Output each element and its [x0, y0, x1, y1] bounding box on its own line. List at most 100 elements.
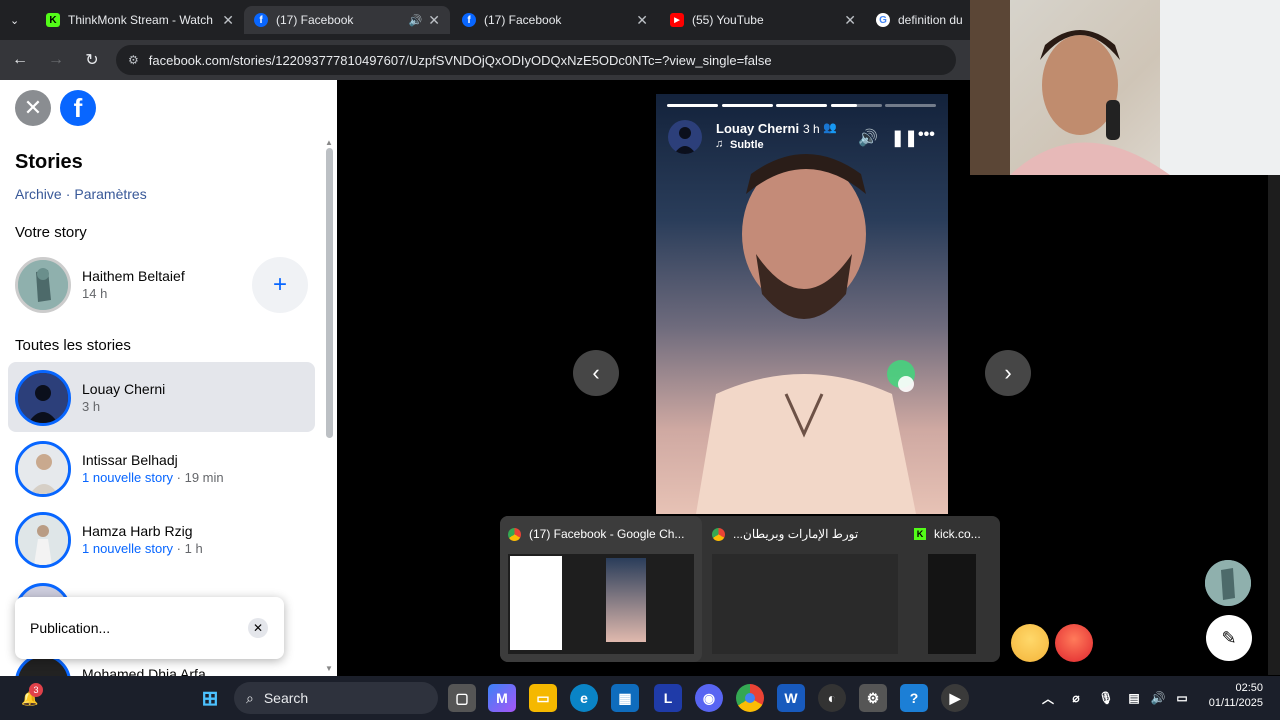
battery-icon[interactable]: ▭: [1168, 684, 1196, 712]
forward-button[interactable]: →: [40, 44, 72, 76]
thumbnail-chrome-article[interactable]: ...تورط الإمارات وبريطان: [704, 516, 904, 662]
angry-reaction-icon[interactable]: [1055, 624, 1093, 662]
thumbnail-chrome-facebook[interactable]: (17) Facebook - Google Ch...: [500, 516, 702, 662]
taskbar-thumbnail-preview: (17) Facebook - Google Ch... ...تورط الإ…: [500, 516, 1000, 662]
add-story-button[interactable]: +: [252, 257, 308, 313]
start-button[interactable]: ⊞: [196, 684, 224, 712]
back-button[interactable]: ←: [4, 44, 36, 76]
taskbar-clock[interactable]: 02:50 01/11/2025: [1196, 682, 1263, 709]
close-tab-icon[interactable]: ✕: [222, 12, 234, 29]
settings-app[interactable]: ⚙: [859, 684, 887, 712]
story-music-label[interactable]: Subtle: [730, 139, 764, 151]
facebook-icon: f: [254, 13, 268, 27]
l-app[interactable]: L: [654, 684, 682, 712]
story-media[interactable]: [656, 94, 948, 514]
story-progress-segment: [885, 104, 936, 107]
arrow-right-icon: →: [48, 51, 64, 68]
story-video-frame: [696, 154, 916, 514]
previous-story-button[interactable]: ‹: [573, 350, 619, 396]
sidebar-scrollbar[interactable]: [326, 148, 333, 438]
story-progress-fill: [831, 104, 857, 107]
close-tab-icon[interactable]: ✕: [428, 12, 440, 29]
your-story-name: Haithem Beltaief: [82, 268, 185, 284]
more-options-button[interactable]: •••: [918, 126, 935, 144]
page-scrollbar[interactable]: [1268, 175, 1280, 675]
avatar[interactable]: [15, 370, 71, 426]
story-progress-segment: [831, 104, 882, 107]
pause-button[interactable]: ❚❚: [891, 128, 918, 148]
task-view-button[interactable]: ▢: [448, 684, 476, 712]
kick-icon: K: [46, 13, 60, 27]
tab-youtube[interactable]: ▶ (55) YouTube ✕: [660, 6, 866, 34]
new-story-label: 1 nouvelle story: [82, 541, 174, 556]
next-story-button[interactable]: ›: [985, 350, 1031, 396]
scroll-up-icon[interactable]: ▲: [325, 138, 333, 147]
toast-close-button[interactable]: ✕: [248, 618, 268, 638]
close-tab-icon[interactable]: ✕: [636, 12, 648, 29]
your-story-heading: Votre story: [15, 224, 87, 241]
pause-icon: ❚❚: [891, 130, 918, 147]
tab-search-button[interactable]: ⌄: [0, 6, 34, 34]
new-story-label: 1 nouvelle story: [82, 470, 174, 485]
chrome-app[interactable]: [736, 684, 764, 712]
thumbnail-kick[interactable]: Kkick.co...: [906, 516, 1000, 662]
tab-thinkmonk[interactable]: K ThinkMonk Stream - Watch l ✕: [36, 6, 244, 34]
taskbar-search[interactable]: ⌕ Search: [234, 682, 438, 714]
your-story-time: 14 h: [82, 286, 108, 301]
tab-google[interactable]: G definition du te: [866, 6, 976, 34]
avatar[interactable]: [15, 257, 71, 313]
show-hidden-icons-button[interactable]: ︿: [1034, 684, 1062, 712]
story-progress-segment: [722, 104, 773, 107]
webcam-overlay: [970, 0, 1280, 175]
close-icon: ✕: [252, 621, 264, 635]
avatar-image: [18, 373, 68, 423]
story-author-name[interactable]: Louay Cherni: [716, 121, 799, 136]
webcam-video-frame: [970, 0, 1280, 175]
obs-app[interactable]: ◐: [818, 684, 846, 712]
speaker-icon[interactable]: 🔊: [409, 14, 423, 27]
url-text: facebook.com/stories/122093777810497607/…: [148, 52, 772, 68]
tab-facebook[interactable]: f (17) Facebook ✕: [452, 6, 658, 34]
m365-app[interactable]: M: [488, 684, 516, 712]
chevron-left-icon: ‹: [592, 360, 600, 385]
chevron-right-icon: ›: [1004, 360, 1012, 385]
scroll-down-icon[interactable]: ▼: [325, 664, 333, 673]
word-app[interactable]: W: [777, 684, 805, 712]
media-player-app[interactable]: ▶: [941, 684, 969, 712]
address-bar[interactable]: ⚙ facebook.com/stories/12209377781049760…: [116, 45, 956, 75]
store-app[interactable]: ▦: [611, 684, 639, 712]
network-off-icon[interactable]: ⌀: [1062, 684, 1090, 712]
avatar[interactable]: [15, 512, 71, 568]
close-button[interactable]: ✕: [15, 90, 51, 126]
settings-link[interactable]: Paramètres: [74, 186, 146, 202]
thumbnail-sidebar: [510, 556, 562, 650]
thumbnail-image: [712, 554, 898, 654]
discord-app[interactable]: ◉: [695, 684, 723, 712]
sad-reaction-icon[interactable]: [1011, 624, 1049, 662]
microphone-icon[interactable]: 🎙: [1092, 684, 1120, 712]
archive-link[interactable]: Archive: [15, 186, 62, 202]
help-icon: ?: [909, 690, 919, 706]
site-info-icon[interactable]: ⚙: [128, 53, 139, 67]
edge-app[interactable]: e: [570, 684, 598, 712]
speaker-icon: 🔊: [858, 130, 878, 147]
facebook-logo-icon[interactable]: f: [60, 90, 96, 126]
help-app[interactable]: ?: [900, 684, 928, 712]
volume-button[interactable]: 🔊: [858, 128, 878, 148]
file-explorer-app[interactable]: ▭: [529, 684, 557, 712]
search-icon: ⌕: [246, 689, 254, 706]
reload-button[interactable]: ↻: [76, 44, 108, 76]
gear-icon: ⚙: [866, 689, 880, 706]
avatar-image: [18, 515, 68, 565]
store-icon: ▦: [618, 689, 632, 706]
close-tab-icon[interactable]: ✕: [844, 12, 856, 29]
avatar[interactable]: [15, 441, 71, 497]
chrome-icon: [508, 527, 521, 541]
create-story-button[interactable]: ✎: [1206, 615, 1252, 661]
thumbnail-title: kick.co...: [934, 527, 981, 541]
edge-icon: e: [580, 690, 588, 706]
tab-facebook-active[interactable]: f (17) Facebook 🔊 ✕: [244, 6, 450, 34]
story-author-avatar[interactable]: [668, 120, 702, 154]
my-story-avatar[interactable]: [1205, 560, 1251, 606]
stories-title: Stories: [15, 151, 83, 173]
